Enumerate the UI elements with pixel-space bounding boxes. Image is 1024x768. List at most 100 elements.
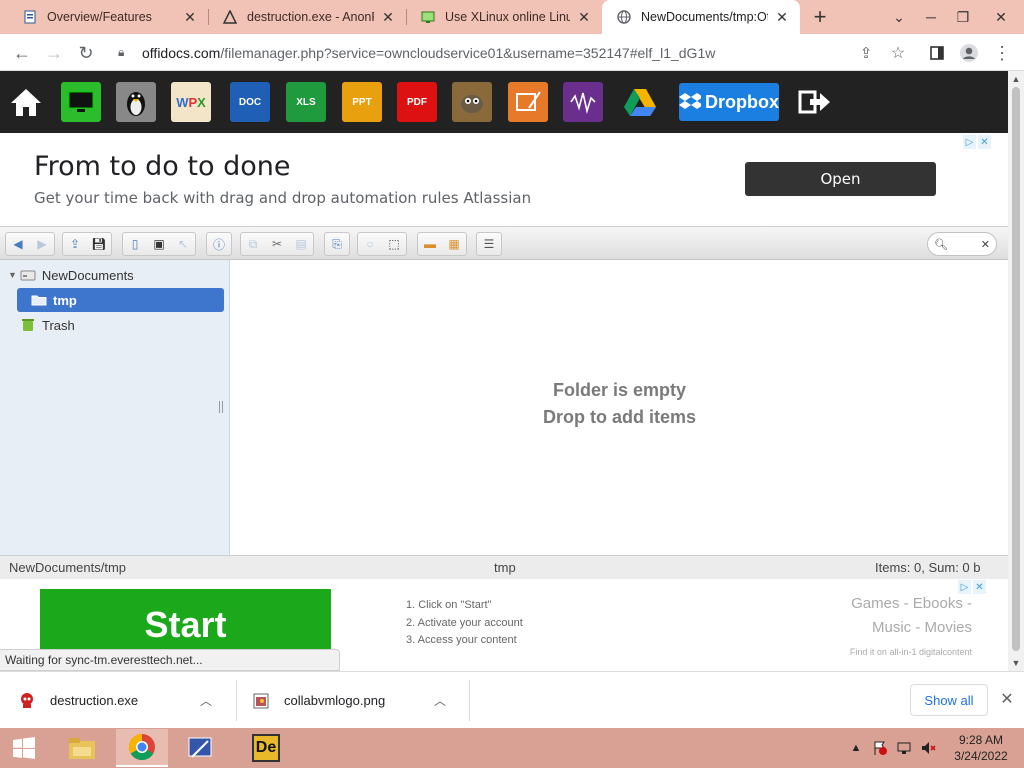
rename-icon[interactable]: ○ [358,233,382,255]
desktop-app-icon[interactable] [61,82,101,122]
menu-kebab-icon[interactable]: ⋮ [988,39,1016,67]
tab-overview[interactable]: Overview/Features ✕ [8,0,208,34]
fm-status-bar: NewDocuments/tmp tmp Items: 0, Sum: 0 b [0,555,1008,579]
duplicate-group: ⎘ [324,232,350,256]
gimp-icon[interactable] [452,82,492,122]
status-path: NewDocuments/tmp [9,560,127,575]
network-icon[interactable] [896,740,912,756]
chevron-up-icon[interactable]: ︿ [200,692,212,709]
list-view-icon[interactable]: ☰ [477,233,501,255]
adchoices-icon[interactable]: ▷ ✕ [963,135,993,149]
select-all-icon[interactable]: ⬚ [382,233,406,255]
profile-avatar-icon[interactable] [955,39,983,67]
reload-icon[interactable]: ↻ [72,39,100,67]
page-scrollbar[interactable]: ▲ ▼ [1008,71,1024,671]
audio-editor-icon[interactable] [563,82,603,122]
tree-item-tmp[interactable]: tmp [17,288,224,312]
volume-muted-icon[interactable] [920,740,936,756]
empty-folder-text: Folder is empty [552,380,687,400]
de-app-icon[interactable]: De [240,729,292,767]
ad-subtext: Get your time back with drag and drop au… [34,189,532,207]
scroll-thumb[interactable] [1012,87,1020,651]
duplicate-icon[interactable]: ⎘ [325,233,349,255]
show-all-downloads-button[interactable]: Show all [910,684,988,716]
video-editor-icon[interactable] [508,82,548,122]
fm-back-icon[interactable]: ◀ [6,233,30,255]
close-download-bar-icon[interactable]: ✕ [996,688,1018,710]
fm-forward-icon[interactable]: ▶ [30,233,54,255]
back-arrow-icon[interactable]: ← [8,39,36,67]
select-icon[interactable]: ↖ [171,233,195,255]
ad-right-line: Music - Movies [871,619,972,636]
share-icon[interactable]: ⇪ [852,39,880,67]
adchoices-icon[interactable]: ▷ ✕ [958,580,988,594]
file-manager-toolbar: ◀ ▶ ⇪ 💾︎ ▯ ▣ ↖ ⓘ ⧉ ✂ ▤ ⎘ ○ ⬚ ▬ ▦ ☰ 🔍︎ ✕ [0,226,1008,260]
file-explorer-icon[interactable] [56,729,108,767]
view-group: ☰ [476,232,502,256]
tab-destruction[interactable]: destruction.exe - AnonFiles ✕ [208,0,406,34]
download-item[interactable]: collabvmlogo.png ︿ [234,672,470,729]
tab-search-icon[interactable]: ⌄ [882,0,916,34]
clipboard-group: ⧉ ✂ ▤ [240,232,314,256]
wps-icon[interactable]: WPX [171,82,211,122]
new-tab-button[interactable]: + [808,4,832,29]
home-icon[interactable] [6,82,46,122]
side-panel-icon[interactable] [923,39,951,67]
tree-item-trash[interactable]: Trash [20,313,220,337]
ad-headline: From to do to done [34,151,291,182]
linux-tux-icon[interactable] [116,82,156,122]
upload-icon[interactable]: ⇪ [63,233,87,255]
bookmark-star-icon[interactable]: ☆ [884,39,912,67]
ad-banner-top[interactable]: From to do to done Get your time back wi… [15,133,993,223]
action-center-flag-icon[interactable] [872,740,888,756]
logout-icon[interactable] [795,82,835,122]
open-icon[interactable]: ▯ [123,233,147,255]
close-icon[interactable]: ✕ [576,9,592,25]
restore-icon[interactable]: ❐ [946,0,980,34]
close-icon[interactable]: ✕ [774,9,790,25]
loading-status: Waiting for sync-tm.everesttech.net... [0,649,340,671]
chrome-taskbar-icon[interactable] [116,729,168,767]
expand-arrow-icon[interactable]: ▼ [8,270,17,280]
google-drive-icon[interactable] [620,82,660,122]
extract-icon[interactable]: ▦ [442,233,466,255]
clear-search-icon[interactable]: ✕ [981,238,990,251]
download-icon[interactable]: ▣ [147,233,171,255]
window-close-icon[interactable]: ✕ [984,0,1018,34]
url-path: /filemanager.php?service=owncloudservice… [220,44,716,61]
cut-icon[interactable]: ✂ [265,233,289,255]
forward-arrow-icon[interactable]: → [40,39,68,67]
scroll-up-icon[interactable]: ▲ [1008,71,1024,87]
ad-right-small: Find it on all-in-1 digitalcontent [849,647,972,657]
chevron-up-icon[interactable]: ︿ [434,692,446,709]
doc-app-icon[interactable]: DOC [230,82,270,122]
resize-handle[interactable] [219,401,223,413]
ppt-app-icon[interactable]: PPT [342,82,382,122]
start-windows-icon[interactable] [0,729,48,767]
xls-app-icon[interactable]: XLS [286,82,326,122]
scroll-down-icon[interactable]: ▼ [1008,655,1024,671]
archive-icon[interactable]: ▬ [418,233,442,255]
save-icon[interactable]: 💾︎ [87,233,111,255]
copy-icon[interactable]: ⧉ [241,233,265,255]
tree-root-newdocuments[interactable]: ▼ NewDocuments [8,263,218,287]
fm-search-field[interactable]: 🔍︎ ✕ [927,232,997,256]
taskbar-clock[interactable]: 9:28 AM 3/24/2022 [946,732,1016,764]
file-list-area[interactable]: Folder is empty Drop to add items [231,260,1008,555]
pdf-app-icon[interactable]: PDF [397,82,437,122]
tray-chevron-up-icon[interactable]: ▲ [848,740,864,756]
ad-open-button[interactable]: Open [745,162,936,196]
tab-newdocuments[interactable]: NewDocuments/tmp:Offi ✕ [602,0,800,34]
close-icon[interactable]: ✕ [380,9,396,25]
paste-icon[interactable]: ▤ [289,233,313,255]
tab-xlinux[interactable]: Use XLinux online Linux ✕ [406,0,602,34]
clock-date: 3/24/2022 [954,749,1008,763]
download-item[interactable]: destruction.exe ︿ [0,672,236,729]
address-bar[interactable]: 🔒︎ offidocs.com/filemanager.php?service=… [106,38,920,67]
dropbox-icon[interactable]: Dropbox [679,83,779,121]
doc-icon [22,9,38,25]
close-icon[interactable]: ✕ [182,9,198,25]
setup-tool-icon[interactable] [174,729,226,767]
minimize-icon[interactable]: ─ [914,0,948,34]
info-icon[interactable]: ⓘ [207,233,231,255]
